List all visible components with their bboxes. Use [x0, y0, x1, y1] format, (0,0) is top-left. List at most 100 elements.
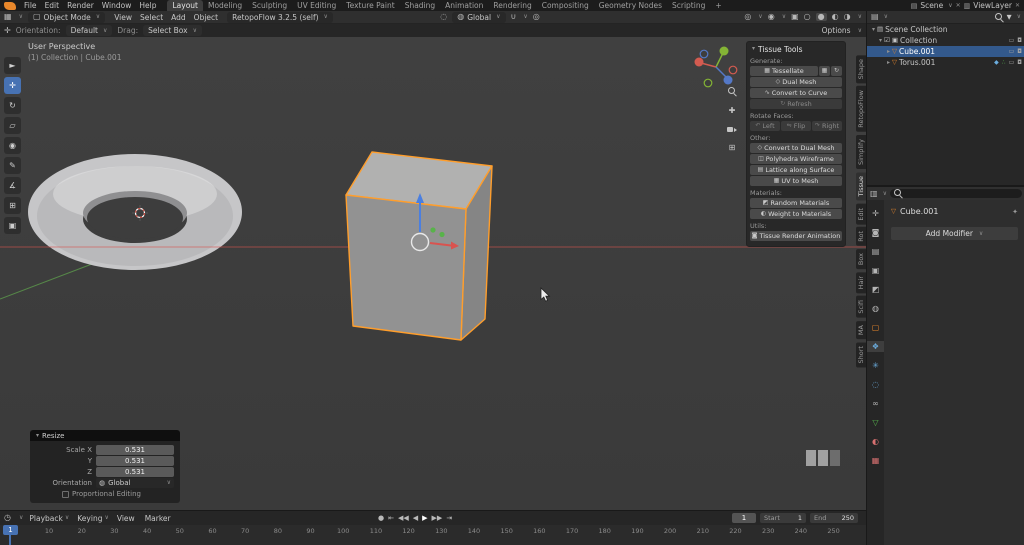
- checkbox-icon[interactable]: ☑: [884, 37, 890, 44]
- refresh-button[interactable]: ↻ Refresh: [750, 99, 842, 109]
- chevron-down-icon[interactable]: ∨: [19, 515, 23, 521]
- menu-item[interactable]: Keying ∨: [77, 514, 109, 523]
- chevron-down-icon[interactable]: ∨: [858, 27, 862, 34]
- shading-rendered-icon[interactable]: ◑: [844, 13, 851, 21]
- camera-icon[interactable]: ◘: [1017, 37, 1022, 44]
- tessellate-button[interactable]: ▦ Tessellate: [750, 66, 818, 76]
- screen-icon[interactable]: ▭: [1009, 37, 1015, 44]
- rotate-face-button[interactable]: ↷ Right: [812, 121, 842, 131]
- prev-keyframe-button[interactable]: ◀◀: [398, 514, 409, 522]
- other-tool-button[interactable]: ◫ Polyhedra Wireframe: [750, 154, 842, 164]
- xray-toggle-icon[interactable]: ▣: [791, 13, 799, 21]
- play-reverse-button[interactable]: ◀: [413, 514, 418, 522]
- collapse-icon[interactable]: ▾: [872, 26, 875, 33]
- chevron-down-icon[interactable]: ∨: [19, 14, 23, 20]
- expand-icon[interactable]: ▸: [887, 59, 890, 66]
- add-modifier-button[interactable]: Add Modifier ∨: [891, 227, 1018, 240]
- editor-type-icon[interactable]: ▥: [870, 189, 878, 198]
- properties-tab[interactable]: ❖: [867, 341, 884, 352]
- show-gizmo-icon[interactable]: ◎: [744, 13, 751, 21]
- workspace-tab[interactable]: Texture Paint: [341, 0, 399, 11]
- playhead[interactable]: 1: [3, 525, 18, 535]
- properties-tab[interactable]: ◍: [867, 303, 884, 314]
- editor-type-icon[interactable]: ▤: [871, 13, 879, 21]
- show-overlays-icon[interactable]: ◉: [768, 13, 775, 21]
- workspace-tab[interactable]: Geometry Nodes: [594, 0, 667, 11]
- properties-tab[interactable]: ◙: [867, 227, 884, 238]
- workspace-tab[interactable]: UV Editing: [292, 0, 341, 11]
- collapse-icon[interactable]: ▾: [752, 46, 755, 52]
- frame-start-field[interactable]: Start 1: [760, 513, 806, 523]
- camera-view-icon[interactable]: [727, 126, 737, 133]
- screen-icon[interactable]: ▭: [1009, 59, 1015, 66]
- properties-tab[interactable]: ✛: [867, 208, 884, 219]
- ortho-toggle-icon[interactable]: ⊞: [729, 144, 736, 152]
- sidebar-tab[interactable]: Shape: [856, 55, 866, 84]
- close-icon[interactable]: ✕: [956, 2, 961, 9]
- play-button[interactable]: ▶: [422, 514, 427, 522]
- mode-dropdown[interactable]: ▢ Object Mode ∨: [27, 11, 106, 23]
- menu-item[interactable]: Object: [190, 13, 222, 22]
- scene-selector[interactable]: Scene: [920, 1, 943, 10]
- properties-tab[interactable]: ▤: [867, 246, 884, 257]
- rotate-face-button[interactable]: ↶ Left: [750, 121, 780, 131]
- chevron-down-icon[interactable]: ∨: [1017, 14, 1021, 20]
- properties-tab[interactable]: ▦: [867, 455, 884, 466]
- shading-solid-icon[interactable]: ●: [815, 13, 827, 21]
- menu-item[interactable]: Window: [98, 1, 136, 10]
- tool-button[interactable]: ▱: [4, 117, 21, 134]
- sidebar-tab[interactable]: Rot: [856, 227, 866, 246]
- workspace-tab[interactable]: Layout: [167, 0, 203, 11]
- proportional-editing-checkbox[interactable]: [62, 490, 69, 498]
- chevron-down-icon[interactable]: ∨: [884, 14, 888, 20]
- blender-logo-icon[interactable]: [4, 1, 16, 10]
- jump-start-button[interactable]: ⇤: [388, 514, 394, 522]
- expand-icon[interactable]: ▸: [887, 48, 890, 55]
- chevron-down-icon[interactable]: ∨: [758, 14, 762, 20]
- menu-item[interactable]: Select: [136, 13, 167, 22]
- material-tool-button[interactable]: ◩ Random Materials: [750, 198, 842, 208]
- camera-icon[interactable]: ◘: [1017, 59, 1022, 66]
- menu-item[interactable]: Edit: [41, 1, 64, 10]
- properties-search-input[interactable]: [889, 189, 1022, 198]
- material-tool-button[interactable]: ◐ Weight to Materials: [750, 209, 842, 219]
- chevron-down-icon[interactable]: ∨: [948, 2, 952, 9]
- sidebar-tab[interactable]: Scifi: [856, 296, 866, 318]
- properties-tab[interactable]: ✳: [867, 360, 884, 371]
- orientation-default-dropdown[interactable]: Default ∨: [65, 25, 113, 36]
- viewlayer-selector[interactable]: ViewLayer: [973, 1, 1012, 10]
- outliner-row-torus[interactable]: ▸ ▽ Torus.001 ◆ ∴ ▭ ◘: [867, 57, 1024, 68]
- other-tool-button[interactable]: ▦ UV to Mesh: [750, 176, 842, 186]
- tool-button[interactable]: ✛: [4, 77, 21, 94]
- tessellate-grid-button[interactable]: ▦: [819, 66, 830, 76]
- properties-tab[interactable]: ▽: [867, 417, 884, 428]
- frame-end-field[interactable]: End 250: [810, 513, 858, 523]
- tool-button[interactable]: ◉: [4, 137, 21, 154]
- sidebar-tab[interactable]: Hair: [856, 272, 866, 294]
- menu-item[interactable]: File: [20, 1, 41, 10]
- timeline-ruler[interactable]: 0102030405060708090100110120130140150160…: [0, 525, 866, 545]
- sidebar-tab[interactable]: MA: [856, 320, 866, 340]
- outliner-row-collection[interactable]: ▾ ☑ ▣ Collection ▭ ◘: [867, 35, 1024, 46]
- menu-item[interactable]: Playback ∨: [29, 514, 69, 523]
- drag-dropdown[interactable]: Select Box ∨: [143, 25, 203, 36]
- options-dropdown[interactable]: Options: [822, 26, 851, 35]
- tool-button[interactable]: ►: [4, 57, 21, 74]
- menu-item[interactable]: Render: [63, 1, 98, 10]
- workspace-tab[interactable]: Scripting: [667, 0, 710, 11]
- menu-item[interactable]: Add: [167, 13, 190, 22]
- collapse-icon[interactable]: ▾: [36, 432, 39, 439]
- dual-mesh-button[interactable]: ◇ Dual Mesh: [750, 77, 842, 87]
- shading-wireframe-icon[interactable]: ○: [804, 13, 811, 21]
- properties-tab[interactable]: ▣: [867, 265, 884, 276]
- shading-material-icon[interactable]: ◐: [832, 13, 839, 21]
- tool-button[interactable]: ↻: [4, 97, 21, 114]
- navigation-gizmo[interactable]: [694, 46, 738, 88]
- menu-item[interactable]: View: [117, 514, 137, 523]
- scale-field-value[interactable]: 0.531: [96, 445, 174, 455]
- properties-tab[interactable]: ◩: [867, 284, 884, 295]
- orientation-dropdown[interactable]: ◍ Global ∨: [452, 11, 506, 23]
- editor-type-icon[interactable]: ◷: [4, 514, 11, 522]
- tool-button[interactable]: ✎: [4, 157, 21, 174]
- pivot-point-icon[interactable]: ◌: [440, 13, 447, 21]
